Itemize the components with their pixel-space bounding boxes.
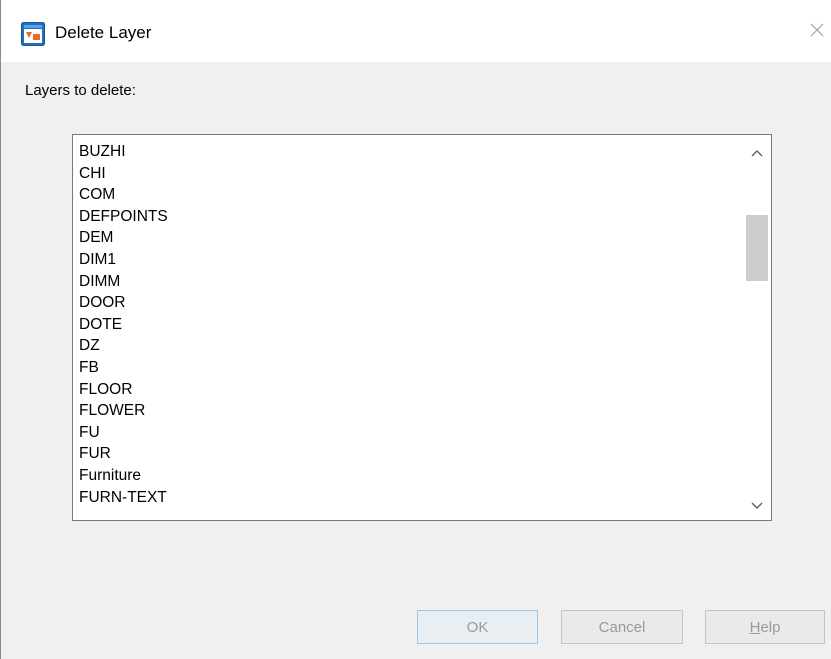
- layer-list-item[interactable]: FLOWER: [79, 400, 168, 422]
- title-bar[interactable]: Delete Layer: [1, 0, 831, 62]
- chevron-down-icon: [751, 497, 763, 515]
- layer-list-item[interactable]: DIMM: [79, 271, 168, 293]
- layers-listbox[interactable]: BUZHI CHI COM DEFPOINTS DEM DIM1 DIMM DOOR DOTE D…: [72, 134, 772, 521]
- close-icon: [810, 23, 824, 42]
- scroll-down-button[interactable]: [743, 492, 771, 520]
- scroll-thumb[interactable]: [746, 215, 768, 281]
- layer-list-item[interactable]: CHI: [79, 163, 168, 185]
- layer-list-item[interactable]: FLOOR: [79, 379, 168, 401]
- ok-button-label: OK: [466, 618, 489, 636]
- chevron-up-icon: [751, 144, 763, 162]
- scroll-up-button[interactable]: [743, 139, 771, 167]
- layers-to-delete-label: Layers to delete:: [25, 82, 136, 99]
- layer-list-item[interactable]: FU: [79, 422, 168, 444]
- help-button[interactable]: Help: [705, 610, 825, 644]
- ok-button[interactable]: OK: [417, 610, 538, 644]
- layer-list-item[interactable]: COM: [79, 184, 168, 206]
- layer-list-item[interactable]: Furniture: [79, 465, 168, 487]
- layer-list-item[interactable]: DEFPOINTS: [79, 206, 168, 228]
- help-mnemonic: H: [749, 618, 761, 636]
- layer-list-item[interactable]: FB: [79, 357, 168, 379]
- close-button[interactable]: [803, 16, 831, 48]
- cancel-button[interactable]: Cancel: [561, 610, 683, 644]
- layer-list-item[interactable]: FURN-TEXT: [79, 487, 168, 509]
- layer-list-item[interactable]: DEM: [79, 227, 168, 249]
- layer-list-item[interactable]: DZ: [79, 335, 168, 357]
- help-button-label: elp: [760, 618, 781, 636]
- cancel-button-label: Cancel: [598, 618, 646, 636]
- delete-layer-dialog: Delete Layer Layers to delete: BUZHI CHI C…: [0, 0, 831, 659]
- layer-list-item[interactable]: DOTE: [79, 314, 168, 336]
- vertical-scrollbar[interactable]: [743, 135, 771, 520]
- dialog-title: Delete Layer: [55, 23, 152, 42]
- layer-list: BUZHI CHI COM DEFPOINTS DEM DIM1 DIMM DOOR DOTE D…: [79, 141, 168, 508]
- layer-list-item[interactable]: DOOR: [79, 292, 168, 314]
- layer-list-item[interactable]: BUZHI: [79, 141, 168, 163]
- layer-list-item[interactable]: DIM1: [79, 249, 168, 271]
- layer-list-item[interactable]: FUR: [79, 443, 168, 465]
- app-window-icon: [21, 22, 45, 46]
